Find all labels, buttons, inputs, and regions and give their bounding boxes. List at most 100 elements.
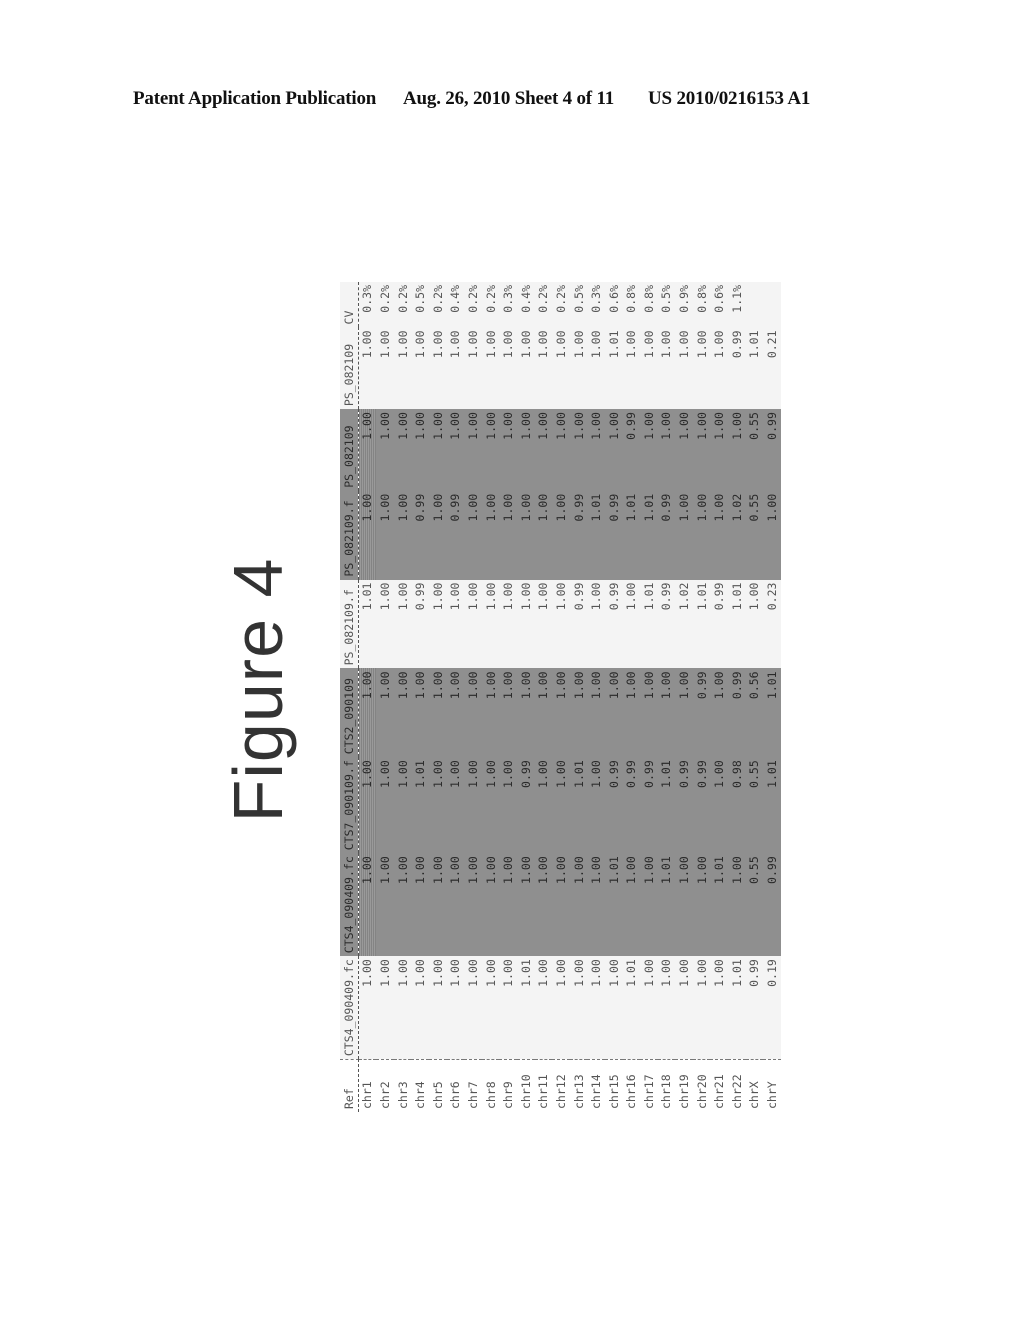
row-label: chr15 (604, 1059, 623, 1112)
cv-cell: 0.5% (569, 282, 588, 328)
cv-cell: 0.5% (411, 282, 429, 328)
value-cell: 1.00 (692, 409, 711, 491)
cv-cell (745, 282, 764, 328)
cv-cell: 1.1% (728, 282, 746, 328)
value-cell: 0.99 (675, 757, 693, 854)
value-cell: 0.99 (622, 757, 641, 854)
cv-cell: 0.2% (552, 282, 570, 328)
cv-cell: 0.9% (675, 282, 693, 328)
value-cell: 1.02 (728, 490, 746, 580)
row-label: chr7 (464, 1059, 482, 1112)
value-cell: 1.00 (710, 668, 729, 758)
value-cell: 0.55 (745, 490, 764, 580)
value-cell: 1.00 (428, 853, 447, 957)
value-cell: 1.00 (604, 956, 623, 1060)
value-cell: 1.00 (675, 853, 693, 957)
value-cell: 1.00 (428, 327, 447, 410)
column-header: PS_082109 (340, 327, 359, 410)
value-cell: 1.00 (393, 579, 412, 669)
value-cell: 0.55 (745, 757, 764, 854)
value-cell: 0.99 (640, 757, 658, 854)
value-cell: 1.00 (745, 579, 764, 669)
value-cell: 1.00 (516, 490, 535, 580)
value-cell: 1.00 (411, 956, 429, 1060)
value-cell: 1.00 (464, 757, 482, 854)
value-cell: 1.00 (516, 327, 535, 410)
value-cell: 1.00 (675, 409, 693, 491)
value-cell: 1.00 (428, 956, 447, 1060)
value-cell: 1.01 (692, 579, 711, 669)
value-cell: 1.00 (446, 757, 465, 854)
value-cell: 1.00 (516, 668, 535, 758)
value-cell: 0.56 (745, 668, 764, 758)
table-row: chr8 1.00 1.00 1.00 1.00 1.00 1.00 1.00 1.00 0.2% (481, 282, 500, 1112)
value-cell: 1.00 (640, 853, 658, 957)
value-cell: 1.00 (710, 327, 729, 410)
table-row: chrX 0.99 0.55 0.55 0.56 1.00 0.55 0.55 1.01 (745, 282, 764, 1112)
value-cell: 1.00 (622, 327, 641, 410)
cv-cell: 0.3% (587, 282, 605, 328)
value-cell: 1.00 (499, 668, 517, 758)
value-cell: 0.99 (569, 490, 588, 580)
value-cell: 1.00 (640, 668, 658, 758)
value-cell: 1.01 (728, 579, 746, 669)
row-label: chr13 (569, 1059, 588, 1112)
value-cell: 1.00 (710, 409, 729, 491)
value-cell: 1.01 (358, 579, 377, 669)
value-cell: 0.98 (728, 757, 746, 854)
value-cell: 1.00 (411, 668, 429, 758)
value-cell: 1.00 (657, 668, 676, 758)
value-cell: 1.00 (376, 757, 394, 854)
value-cell: 1.00 (587, 668, 605, 758)
value-cell: 0.99 (604, 579, 623, 669)
value-cell: 1.00 (499, 327, 517, 410)
cv-cell: 0.8% (622, 282, 641, 328)
row-label: chr9 (499, 1059, 517, 1112)
value-cell: 1.00 (657, 409, 676, 491)
patent-header: Patent Application Publication Aug. 26, … (133, 88, 893, 118)
table-row: chr22 1.01 1.00 0.98 0.99 1.01 1.02 1.00 0.99 1.1… (728, 282, 746, 1112)
value-cell: 1.01 (569, 757, 588, 854)
value-cell: 1.00 (569, 409, 588, 491)
value-cell: 1.00 (428, 668, 447, 758)
table-row: chr2 1.00 1.00 1.00 1.00 1.00 1.00 1.00 1.00 0.2% (376, 282, 394, 1112)
value-cell: 1.00 (481, 327, 500, 410)
value-cell: 1.00 (464, 853, 482, 957)
value-cell: 1.00 (516, 579, 535, 669)
value-cell: 0.23 (763, 579, 781, 669)
row-label: chr1 (358, 1059, 377, 1112)
table-header-row: Ref CTS4_090409.fc CTS4_090409.fc CTS7_0901… (340, 282, 359, 1112)
value-cell: 1.00 (428, 757, 447, 854)
row-label: chr22 (728, 1059, 746, 1112)
cv-cell: 0.2% (376, 282, 394, 328)
value-cell: 0.55 (745, 409, 764, 491)
value-cell: 1.00 (552, 956, 570, 1060)
row-label: chr14 (587, 1059, 605, 1112)
value-cell: 1.00 (481, 757, 500, 854)
value-cell: 1.01 (516, 956, 535, 1060)
value-cell: 1.00 (710, 490, 729, 580)
value-cell: 1.01 (640, 579, 658, 669)
value-cell: 1.00 (675, 490, 693, 580)
date-sheet-label: Aug. 26, 2010 Sheet 4 of 11 (403, 88, 614, 109)
value-cell: 1.00 (464, 668, 482, 758)
value-cell: 1.00 (587, 757, 605, 854)
value-cell: 1.01 (728, 956, 746, 1060)
table-row: chr19 1.00 1.00 0.99 1.00 1.02 1.00 1.00 1.00 0.9… (675, 282, 693, 1112)
value-cell: 0.99 (411, 579, 429, 669)
value-cell: 1.00 (622, 853, 641, 957)
table-row: chr17 1.00 1.00 0.99 1.00 1.01 1.01 1.00 1.00 0.8… (640, 282, 658, 1112)
row-label: chr11 (534, 1059, 553, 1112)
value-cell: 1.00 (552, 327, 570, 410)
table-row: chr11 1.00 1.00 1.00 1.00 1.00 1.00 1.00 1.00 0.2… (534, 282, 553, 1112)
value-cell: 1.01 (622, 490, 641, 580)
value-cell: 1.00 (376, 490, 394, 580)
value-cell: 1.00 (446, 956, 465, 1060)
row-label: chr5 (428, 1059, 447, 1112)
value-cell: 1.00 (569, 956, 588, 1060)
value-cell: 1.01 (657, 853, 676, 957)
cv-cell: 0.6% (710, 282, 729, 328)
value-cell: 1.00 (710, 956, 729, 1060)
value-cell: 1.00 (552, 757, 570, 854)
value-cell: 1.00 (692, 956, 711, 1060)
